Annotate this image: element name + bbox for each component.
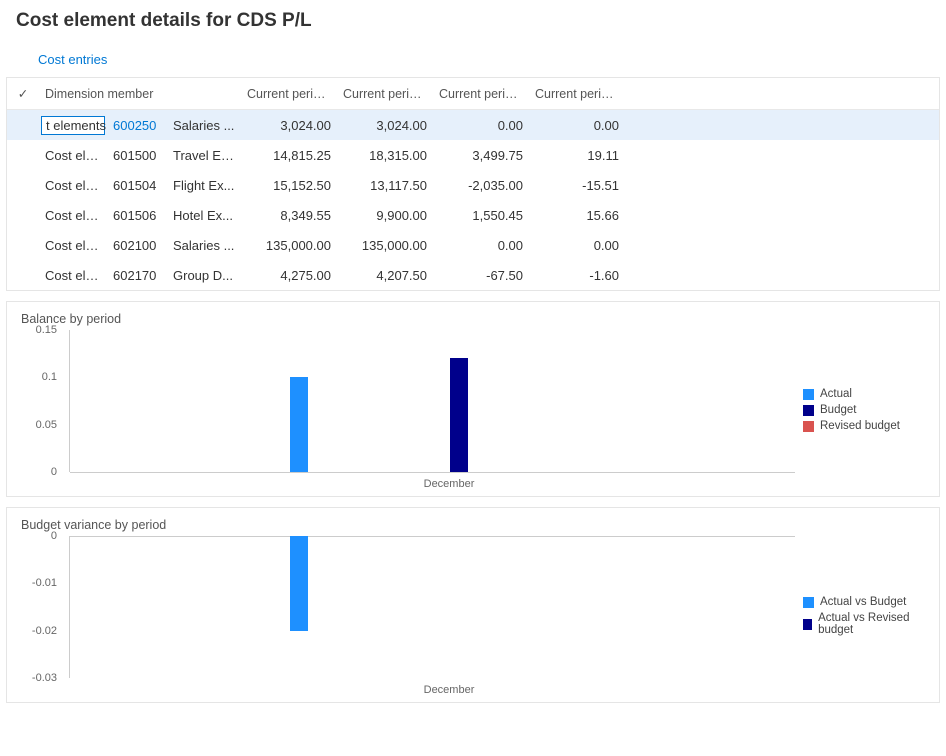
legend-swatch xyxy=(803,619,812,630)
value-cell: 0.00 xyxy=(433,118,529,133)
code-cell[interactable]: 601506 xyxy=(107,208,167,223)
y-tick-label: 0.15 xyxy=(36,324,57,336)
value-cell: 3,499.75 xyxy=(433,148,529,163)
legend-label: Actual vs Revised budget xyxy=(818,612,925,636)
chart-bar[interactable] xyxy=(290,377,308,472)
legend-swatch xyxy=(803,405,814,416)
value-cell: 9,900.00 xyxy=(337,208,433,223)
cost-element-grid: ✓ Dimension member Current period ... Cu… xyxy=(6,77,940,291)
value-cell: 0.00 xyxy=(529,238,625,253)
value-cell: 1,550.45 xyxy=(433,208,529,223)
value-cell: 13,117.50 xyxy=(337,178,433,193)
table-row[interactable]: Cost ele...602100Salaries ...135,000.001… xyxy=(7,230,939,260)
value-cell: -2,035.00 xyxy=(433,178,529,193)
y-tick-label: -0.03 xyxy=(32,672,57,684)
value-cell: 15.66 xyxy=(529,208,625,223)
legend-label: Revised budget xyxy=(820,420,900,432)
legend-swatch xyxy=(803,597,814,608)
col-current-4[interactable]: Current period ... xyxy=(529,87,625,101)
value-cell: 135,000.00 xyxy=(337,238,433,253)
description-cell: Salaries ... xyxy=(167,118,241,133)
legend-swatch xyxy=(803,389,814,400)
col-current-1[interactable]: Current period ... xyxy=(241,87,337,101)
dimension-input[interactable]: t elements xyxy=(41,116,105,135)
dimension-cell: Cost ele... xyxy=(39,208,107,223)
code-cell[interactable]: 602100 xyxy=(107,238,167,253)
value-cell: 4,207.50 xyxy=(337,268,433,283)
legend-item[interactable]: Actual xyxy=(803,388,925,400)
chart-legend: Actual Budget Revised budget xyxy=(795,330,925,490)
legend-item[interactable]: Actual vs Budget xyxy=(803,596,925,608)
value-cell: 0.00 xyxy=(529,118,625,133)
y-tick-label: 0 xyxy=(51,530,57,542)
col-current-3[interactable]: Current period ... xyxy=(433,87,529,101)
table-row[interactable]: Cost ele...602170Group D...4,275.004,207… xyxy=(7,260,939,290)
description-cell: Salaries ... xyxy=(167,238,241,253)
chart-title: Budget variance by period xyxy=(21,518,925,532)
table-row[interactable]: Cost ele...601500Travel Ex...14,815.2518… xyxy=(7,140,939,170)
col-dimension-member[interactable]: Dimension member xyxy=(39,87,241,101)
value-cell: 3,024.00 xyxy=(241,118,337,133)
x-tick-label: December xyxy=(424,684,475,696)
table-row[interactable]: Cost ele...601506Hotel Ex...8,349.559,90… xyxy=(7,200,939,230)
grid-header-row: ✓ Dimension member Current period ... Cu… xyxy=(7,78,939,110)
table-row[interactable]: t elements600250Salaries ...3,024.003,02… xyxy=(7,110,939,140)
x-tick-label: December xyxy=(424,478,475,490)
description-cell: Group D... xyxy=(167,268,241,283)
legend-item[interactable]: Actual vs Revised budget xyxy=(803,612,925,636)
chart-bar[interactable] xyxy=(450,358,468,472)
code-cell[interactable]: 601504 xyxy=(107,178,167,193)
value-cell: 4,275.00 xyxy=(241,268,337,283)
value-cell: 14,815.25 xyxy=(241,148,337,163)
y-tick-label: 0 xyxy=(51,466,57,478)
chart-title: Balance by period xyxy=(21,312,925,326)
value-cell: 0.00 xyxy=(433,238,529,253)
page-title: Cost element details for CDS P/L xyxy=(0,0,946,40)
value-cell: 18,315.00 xyxy=(337,148,433,163)
table-row[interactable]: Cost ele...601504Flight Ex...15,152.5013… xyxy=(7,170,939,200)
cost-entries-link[interactable]: Cost entries xyxy=(0,40,107,77)
description-cell: Hotel Ex... xyxy=(167,208,241,223)
value-cell: 135,000.00 xyxy=(241,238,337,253)
dimension-cell: Cost ele... xyxy=(39,178,107,193)
code-cell[interactable]: 600250 xyxy=(107,118,167,133)
legend-label: Actual vs Budget xyxy=(820,596,906,608)
legend-item[interactable]: Revised budget xyxy=(803,420,925,432)
description-cell: Travel Ex... xyxy=(167,148,241,163)
legend-label: Actual xyxy=(820,388,852,400)
y-tick-label: 0.1 xyxy=(42,371,57,383)
y-tick-label: -0.02 xyxy=(32,625,57,637)
value-cell: -15.51 xyxy=(529,178,625,193)
dimension-cell: Cost ele... xyxy=(39,238,107,253)
value-cell: 8,349.55 xyxy=(241,208,337,223)
check-all-icon[interactable]: ✓ xyxy=(7,86,39,101)
legend-item[interactable]: Budget xyxy=(803,404,925,416)
code-cell[interactable]: 602170 xyxy=(107,268,167,283)
code-cell[interactable]: 601500 xyxy=(107,148,167,163)
balance-by-period-chart: Balance by period 0 0.05 0.1 0.15 December A… xyxy=(6,301,940,497)
y-tick-label: -0.01 xyxy=(32,577,57,589)
value-cell: 19.11 xyxy=(529,148,625,163)
chart-legend: Actual vs Budget Actual vs Revised budget xyxy=(795,536,925,696)
legend-swatch xyxy=(803,421,814,432)
dimension-cell: Cost ele... xyxy=(39,268,107,283)
description-cell: Flight Ex... xyxy=(167,178,241,193)
budget-variance-chart: Budget variance by period -0.03 -0.02 -0.0… xyxy=(6,507,940,703)
legend-label: Budget xyxy=(820,404,856,416)
col-current-2[interactable]: Current period ... xyxy=(337,87,433,101)
dimension-cell: Cost ele... xyxy=(39,148,107,163)
y-tick-label: 0.05 xyxy=(36,419,57,431)
chart-bar[interactable] xyxy=(290,536,308,631)
value-cell: -1.60 xyxy=(529,268,625,283)
value-cell: -67.50 xyxy=(433,268,529,283)
value-cell: 15,152.50 xyxy=(241,178,337,193)
value-cell: 3,024.00 xyxy=(337,118,433,133)
